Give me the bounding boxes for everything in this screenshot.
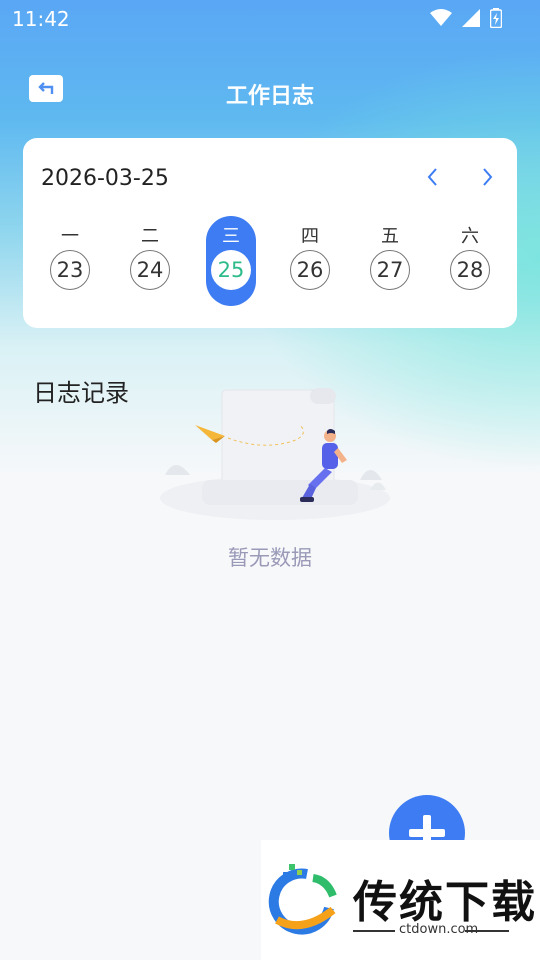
wifi-icon — [430, 9, 452, 26]
date-circle: 23 — [50, 250, 90, 290]
weekday-label: 二 — [141, 226, 159, 247]
day-column[interactable]: 五 27 — [365, 216, 415, 306]
watermark-overlay: 传统下载 ctdown.com — [261, 840, 540, 960]
page-title: 工作日志 — [225, 84, 314, 109]
chevron-right-icon — [483, 168, 493, 186]
day-column[interactable]: 六 28 — [445, 216, 495, 306]
header: 工作日志 — [0, 68, 540, 118]
date-circle: 24 — [130, 250, 170, 290]
empty-state-text: 暂无数据 — [228, 546, 312, 570]
weekday-label: 三 — [222, 226, 240, 247]
weekday-label: 六 — [461, 226, 479, 247]
date-circle: 25 — [211, 250, 251, 290]
day-column[interactable]: 一 23 — [45, 216, 95, 306]
watermark-brand: 传统下载 — [353, 877, 537, 928]
weekday-label: 五 — [381, 226, 399, 247]
weekday-label: 一 — [61, 226, 79, 247]
prev-week-button[interactable] — [421, 164, 445, 190]
next-week-button[interactable] — [475, 164, 499, 190]
battery-icon — [490, 8, 502, 28]
section-title: 日志记录 — [33, 379, 129, 407]
signal-icon — [462, 9, 480, 27]
ctdown-logo-icon — [268, 864, 337, 935]
date-circle: 26 — [290, 250, 330, 290]
calendar-date: 2026-03-25 — [41, 166, 169, 191]
status-time: 11:42 — [12, 7, 70, 31]
date-circle: 27 — [370, 250, 410, 290]
status-icons — [430, 8, 502, 28]
date-circle: 28 — [450, 250, 490, 290]
empty-illustration — [160, 388, 390, 520]
watermark-divider-left — [353, 930, 395, 932]
chevron-left-icon — [427, 168, 437, 186]
watermark-divider-right — [465, 930, 509, 932]
day-column[interactable]: 四 26 — [285, 216, 335, 306]
calendar-card: 2026-03-25 一 23 二 24 三 25 四 26 五 27 六 28 — [23, 138, 517, 328]
day-column[interactable]: 二 24 — [125, 216, 175, 306]
weekday-label: 四 — [301, 226, 319, 247]
day-column-selected[interactable]: 三 25 — [206, 216, 256, 306]
status-bar: 11:42 — [0, 0, 540, 38]
